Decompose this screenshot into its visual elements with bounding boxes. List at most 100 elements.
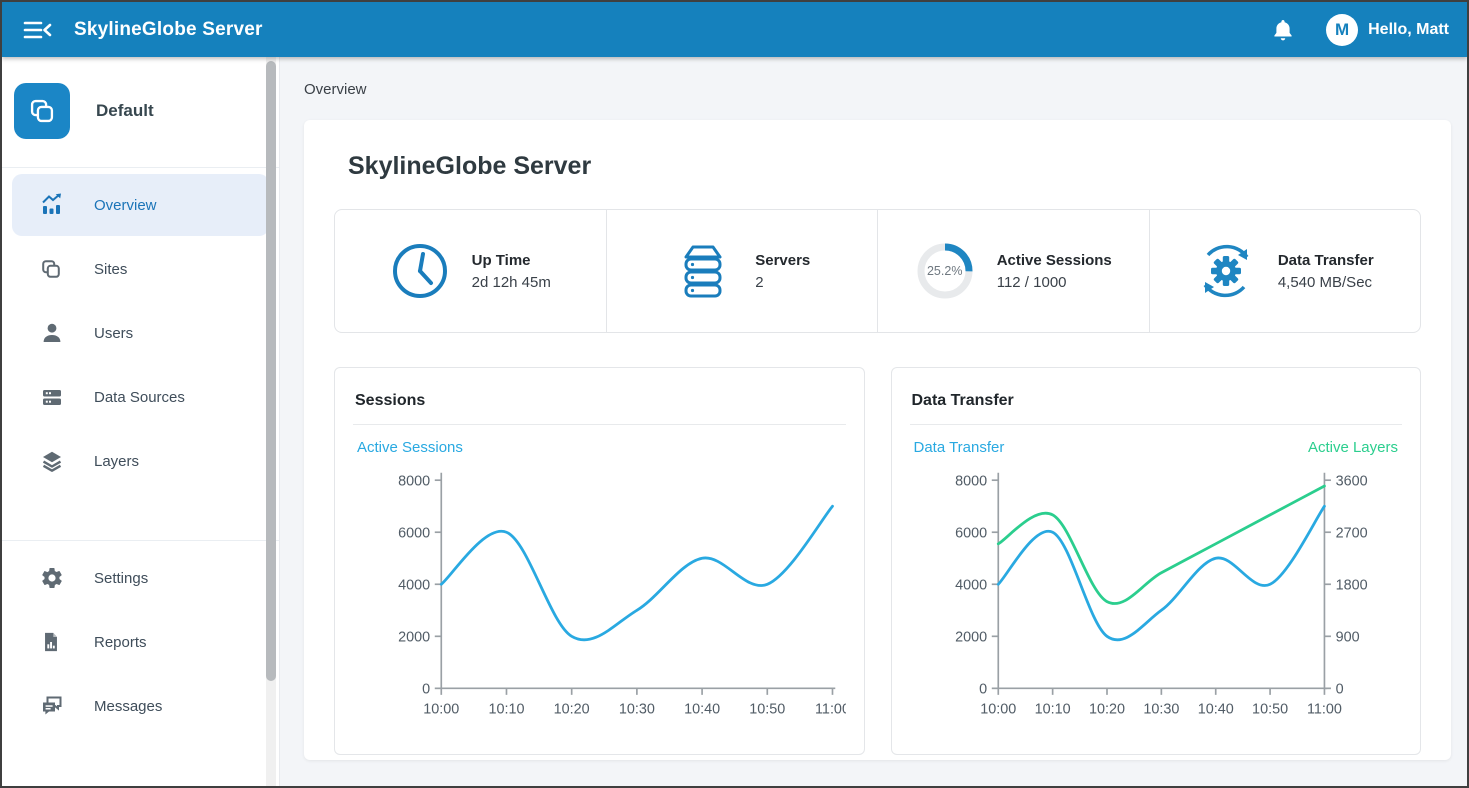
svg-text:0: 0 xyxy=(1335,681,1343,697)
user-menu[interactable]: M Hello, Matt xyxy=(1326,14,1449,46)
sidebar-scrollbar-thumb[interactable] xyxy=(266,61,276,681)
page-title: SkylineGlobe Server xyxy=(348,152,1421,181)
app-window: SkylineGlobe Server M Hello, Matt xyxy=(0,0,1469,788)
workspace-row: Default xyxy=(2,57,279,163)
stat-value: 4,540 MB/Sec xyxy=(1278,274,1374,291)
legend-active-sessions: Active Sessions xyxy=(357,439,463,456)
chart-title: Data Transfer xyxy=(910,384,1403,425)
svg-text:10:20: 10:20 xyxy=(554,701,590,717)
stat-data-transfer: Data Transfer 4,540 MB/Sec xyxy=(1150,210,1421,332)
svg-text:10:30: 10:30 xyxy=(619,701,655,717)
donut-percent-label: 25.2% xyxy=(915,241,975,301)
sites-copy-icon xyxy=(28,97,56,125)
workspace-button[interactable] xyxy=(14,83,70,139)
svg-text:8000: 8000 xyxy=(398,473,430,489)
notifications-bell-icon[interactable] xyxy=(1266,13,1300,47)
svg-text:10:20: 10:20 xyxy=(1088,701,1124,717)
stat-label: Data Transfer xyxy=(1278,252,1374,269)
layers-icon xyxy=(40,449,64,473)
svg-text:10:00: 10:00 xyxy=(980,701,1016,717)
svg-text:10:40: 10:40 xyxy=(1197,701,1233,717)
sidebar: Default Overview xyxy=(2,57,280,786)
sidebar-item-label: Messages xyxy=(94,698,162,715)
sessions-line-chart: 0 2000 4000 6000 8000 10:00 10:10 10:20 10:30 10:… xyxy=(353,458,846,744)
app-title: SkylineGlobe Server xyxy=(74,19,263,41)
bar-chart-trend-icon xyxy=(40,193,64,217)
sidebar-divider xyxy=(2,167,279,168)
user-icon xyxy=(40,321,64,345)
sidebar-item-label: Layers xyxy=(94,453,139,470)
svg-text:11:00: 11:00 xyxy=(1306,701,1341,717)
clock-icon xyxy=(390,241,450,301)
top-bar: SkylineGlobe Server M Hello, Matt xyxy=(2,2,1467,57)
sessions-legend: Active Sessions xyxy=(353,425,846,458)
breadcrumb: Overview xyxy=(304,57,1451,98)
report-document-icon xyxy=(40,630,64,654)
user-greeting: Hello, Matt xyxy=(1368,21,1449,39)
sessions-chart-card: Sessions Active Sessions 0 2000 4000 6000 80… xyxy=(334,367,865,755)
svg-text:1800: 1800 xyxy=(1335,577,1367,593)
svg-text:10:50: 10:50 xyxy=(749,701,785,717)
stat-label: Active Sessions xyxy=(997,252,1112,269)
svg-text:8000: 8000 xyxy=(955,473,987,489)
svg-text:11:00: 11:00 xyxy=(815,701,845,717)
svg-text:0: 0 xyxy=(979,681,987,697)
sidebar-item-label: Overview xyxy=(94,197,157,214)
svg-text:2000: 2000 xyxy=(955,629,987,645)
data-transfer-legend: Data Transfer Active Layers xyxy=(910,425,1403,458)
sidebar-item-messages[interactable]: Messages xyxy=(12,675,269,737)
stat-label: Up Time xyxy=(472,252,551,269)
sidebar-item-label: Data Sources xyxy=(94,389,185,406)
sites-copy-icon xyxy=(40,257,64,281)
chat-bubbles-icon xyxy=(40,694,64,718)
sidebar-item-sites[interactable]: Sites xyxy=(12,238,269,300)
stat-active-sessions: 25.2% Active Sessions 112 / 1000 xyxy=(878,210,1150,332)
svg-text:10:10: 10:10 xyxy=(1034,701,1070,717)
main-content: Overview SkylineGlobe Server Up Time xyxy=(280,57,1467,786)
legend-active-layers: Active Layers xyxy=(1308,439,1398,456)
stat-value: 2d 12h 45m xyxy=(472,274,551,291)
charts-row: Sessions Active Sessions 0 2000 4000 6000 80… xyxy=(334,367,1421,755)
stat-label: Servers xyxy=(755,252,810,269)
sidebar-divider xyxy=(2,540,279,541)
collapse-menu-icon[interactable] xyxy=(20,15,54,45)
sidebar-item-overview[interactable]: Overview xyxy=(12,174,269,236)
sidebar-item-label: Settings xyxy=(94,570,148,587)
svg-text:10:50: 10:50 xyxy=(1252,701,1288,717)
sidebar-item-label: Reports xyxy=(94,634,147,651)
sidebar-item-layers[interactable]: Layers xyxy=(12,430,269,492)
servers-icon xyxy=(673,241,733,301)
sidebar-item-data-sources[interactable]: Data Sources xyxy=(12,366,269,428)
stat-value: 2 xyxy=(755,274,810,291)
sessions-donut-gauge: 25.2% xyxy=(915,241,975,301)
chart-title: Sessions xyxy=(353,384,846,425)
sidebar-item-settings[interactable]: Settings xyxy=(12,547,269,609)
svg-text:10:00: 10:00 xyxy=(423,701,459,717)
stat-servers: Servers 2 xyxy=(607,210,879,332)
sidebar-scrollbar-track[interactable] xyxy=(266,57,276,786)
svg-text:10:40: 10:40 xyxy=(684,701,720,717)
sidebar-item-label: Sites xyxy=(94,261,127,278)
svg-text:10:10: 10:10 xyxy=(488,701,524,717)
svg-text:0: 0 xyxy=(422,681,430,697)
data-transfer-line-chart: 02000400060008000090018002700360010:0010… xyxy=(910,458,1403,744)
sidebar-item-users[interactable]: Users xyxy=(12,302,269,364)
svg-text:4000: 4000 xyxy=(398,577,430,593)
svg-text:2700: 2700 xyxy=(1335,525,1367,541)
sidebar-item-reports[interactable]: Reports xyxy=(12,611,269,673)
svg-text:4000: 4000 xyxy=(955,577,987,593)
svg-text:10:30: 10:30 xyxy=(1143,701,1179,717)
stat-uptime: Up Time 2d 12h 45m xyxy=(335,210,607,332)
avatar: M xyxy=(1326,14,1358,46)
svg-text:3600: 3600 xyxy=(1335,473,1367,489)
server-stack-icon xyxy=(40,385,64,409)
gear-sync-icon xyxy=(1196,241,1256,301)
workspace-label: Default xyxy=(96,101,154,121)
overview-card: SkylineGlobe Server Up Time 2d 12h 45m xyxy=(304,120,1451,760)
svg-text:6000: 6000 xyxy=(398,525,430,541)
stat-value: 112 / 1000 xyxy=(997,274,1112,291)
gear-icon xyxy=(40,566,64,590)
svg-text:2000: 2000 xyxy=(398,629,430,645)
svg-text:900: 900 xyxy=(1335,629,1359,645)
legend-data-transfer: Data Transfer xyxy=(914,439,1005,456)
